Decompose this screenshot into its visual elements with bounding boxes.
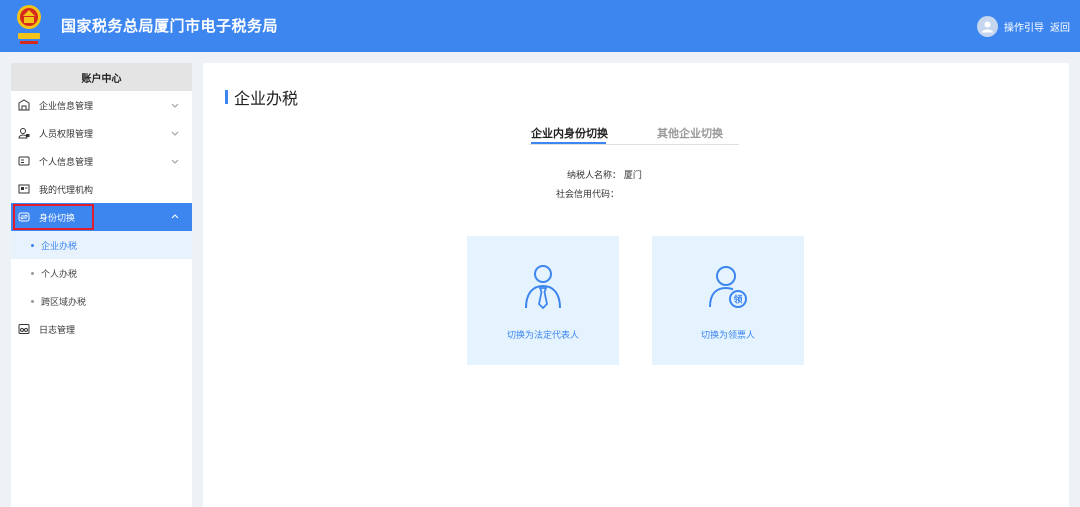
- sidebar-heading: 账户中心: [11, 63, 192, 91]
- title-accent-bar: [225, 90, 228, 104]
- sidebar-subitem-personal-tax[interactable]: 个人办税: [11, 259, 192, 287]
- bullet-icon: [31, 299, 34, 303]
- main-panel: 企业办税 企业内身份切换 其他企业切换 纳税人名称： 厦门 社会信用代码： 切换…: [203, 63, 1069, 507]
- chevron-down-icon: [171, 159, 179, 164]
- credit-code-label: 社会信用代码：: [556, 190, 620, 200]
- page-title-text: 企业办税: [234, 89, 299, 108]
- bullet-icon: [31, 271, 34, 275]
- guide-link[interactable]: 操作引导: [1004, 19, 1044, 34]
- user-avatar-icon[interactable]: [977, 15, 998, 37]
- log-icon: [18, 323, 30, 335]
- svg-text:领: 领: [733, 294, 742, 306]
- chevron-down-icon: [171, 103, 179, 108]
- back-link[interactable]: 返回: [1050, 19, 1070, 34]
- building-icon: [18, 99, 30, 111]
- page-title: 企业办税: [225, 87, 299, 108]
- card-label: 切换为领票人: [700, 331, 755, 341]
- sidebar-item-label: 身份切换: [39, 213, 76, 224]
- people-lock-icon: [18, 127, 30, 139]
- sidebar-subitem-label: 个人办税: [41, 269, 78, 280]
- chevron-up-icon: [171, 214, 179, 219]
- sidebar-item-agency[interactable]: 我的代理机构: [11, 175, 192, 203]
- id-card-icon: [18, 155, 30, 167]
- sidebar-item-log[interactable]: 日志管理: [11, 315, 192, 343]
- sidebar: 账户中心 企业信息管理 人员权限管理 个人信息管理 我的代理机构 身份切换 企业…: [11, 63, 192, 507]
- sidebar-subitem-cross-region-tax[interactable]: 跨区域办税: [11, 287, 192, 315]
- agency-icon: [18, 183, 30, 195]
- taxpayer-name-label: 纳税人名称：: [567, 171, 622, 181]
- credit-code-row: 社会信用代码：: [556, 187, 619, 200]
- sidebar-item-label: 人员权限管理: [39, 129, 94, 140]
- chevron-down-icon: [171, 131, 179, 136]
- tax-emblem-logo: [14, 3, 44, 47]
- sidebar-subitem-label: 企业办税: [41, 241, 78, 252]
- invoice-receiver-icon: 领: [709, 266, 747, 308]
- sidebar-subitem-company-tax[interactable]: 企业办税: [11, 231, 192, 259]
- sidebar-item-personal-info[interactable]: 个人信息管理: [11, 147, 192, 175]
- taxpayer-name-row: 纳税人名称： 厦门: [567, 168, 642, 181]
- top-header: 国家税务总局厦门市电子税务局 操作引导 返回: [0, 0, 1080, 52]
- switch-icon: [18, 211, 30, 223]
- sidebar-item-identity-switch[interactable]: 身份切换: [11, 203, 192, 231]
- tab-internal-switch[interactable]: 企业内身份切换: [531, 125, 608, 144]
- card-label: 切换为法定代表人: [506, 331, 579, 341]
- bullet-icon: [31, 243, 34, 247]
- taxpayer-name-value: 厦门: [623, 171, 642, 181]
- sidebar-item-label: 我的代理机构: [39, 185, 94, 196]
- sidebar-item-label: 日志管理: [39, 325, 76, 336]
- sidebar-item-label: 企业信息管理: [39, 101, 94, 112]
- sidebar-subitem-label: 跨区域办税: [41, 297, 87, 308]
- sidebar-item-label: 个人信息管理: [39, 157, 94, 168]
- tab-other-company-switch[interactable]: 其他企业切换: [657, 125, 723, 144]
- sidebar-item-permissions[interactable]: 人员权限管理: [11, 119, 192, 147]
- sidebar-item-company-info[interactable]: 企业信息管理: [11, 91, 192, 119]
- tab-bar: 企业内身份切换 其他企业切换: [529, 125, 739, 145]
- site-title: 国家税务总局厦门市电子税务局: [61, 17, 279, 35]
- switch-invoice-receiver-card[interactable]: 领 切换为领票人: [652, 236, 804, 365]
- legal-representative-icon: [525, 265, 561, 310]
- header-actions: 操作引导 返回: [977, 14, 1070, 38]
- switch-legal-representative-card[interactable]: 切换为法定代表人: [467, 236, 619, 365]
